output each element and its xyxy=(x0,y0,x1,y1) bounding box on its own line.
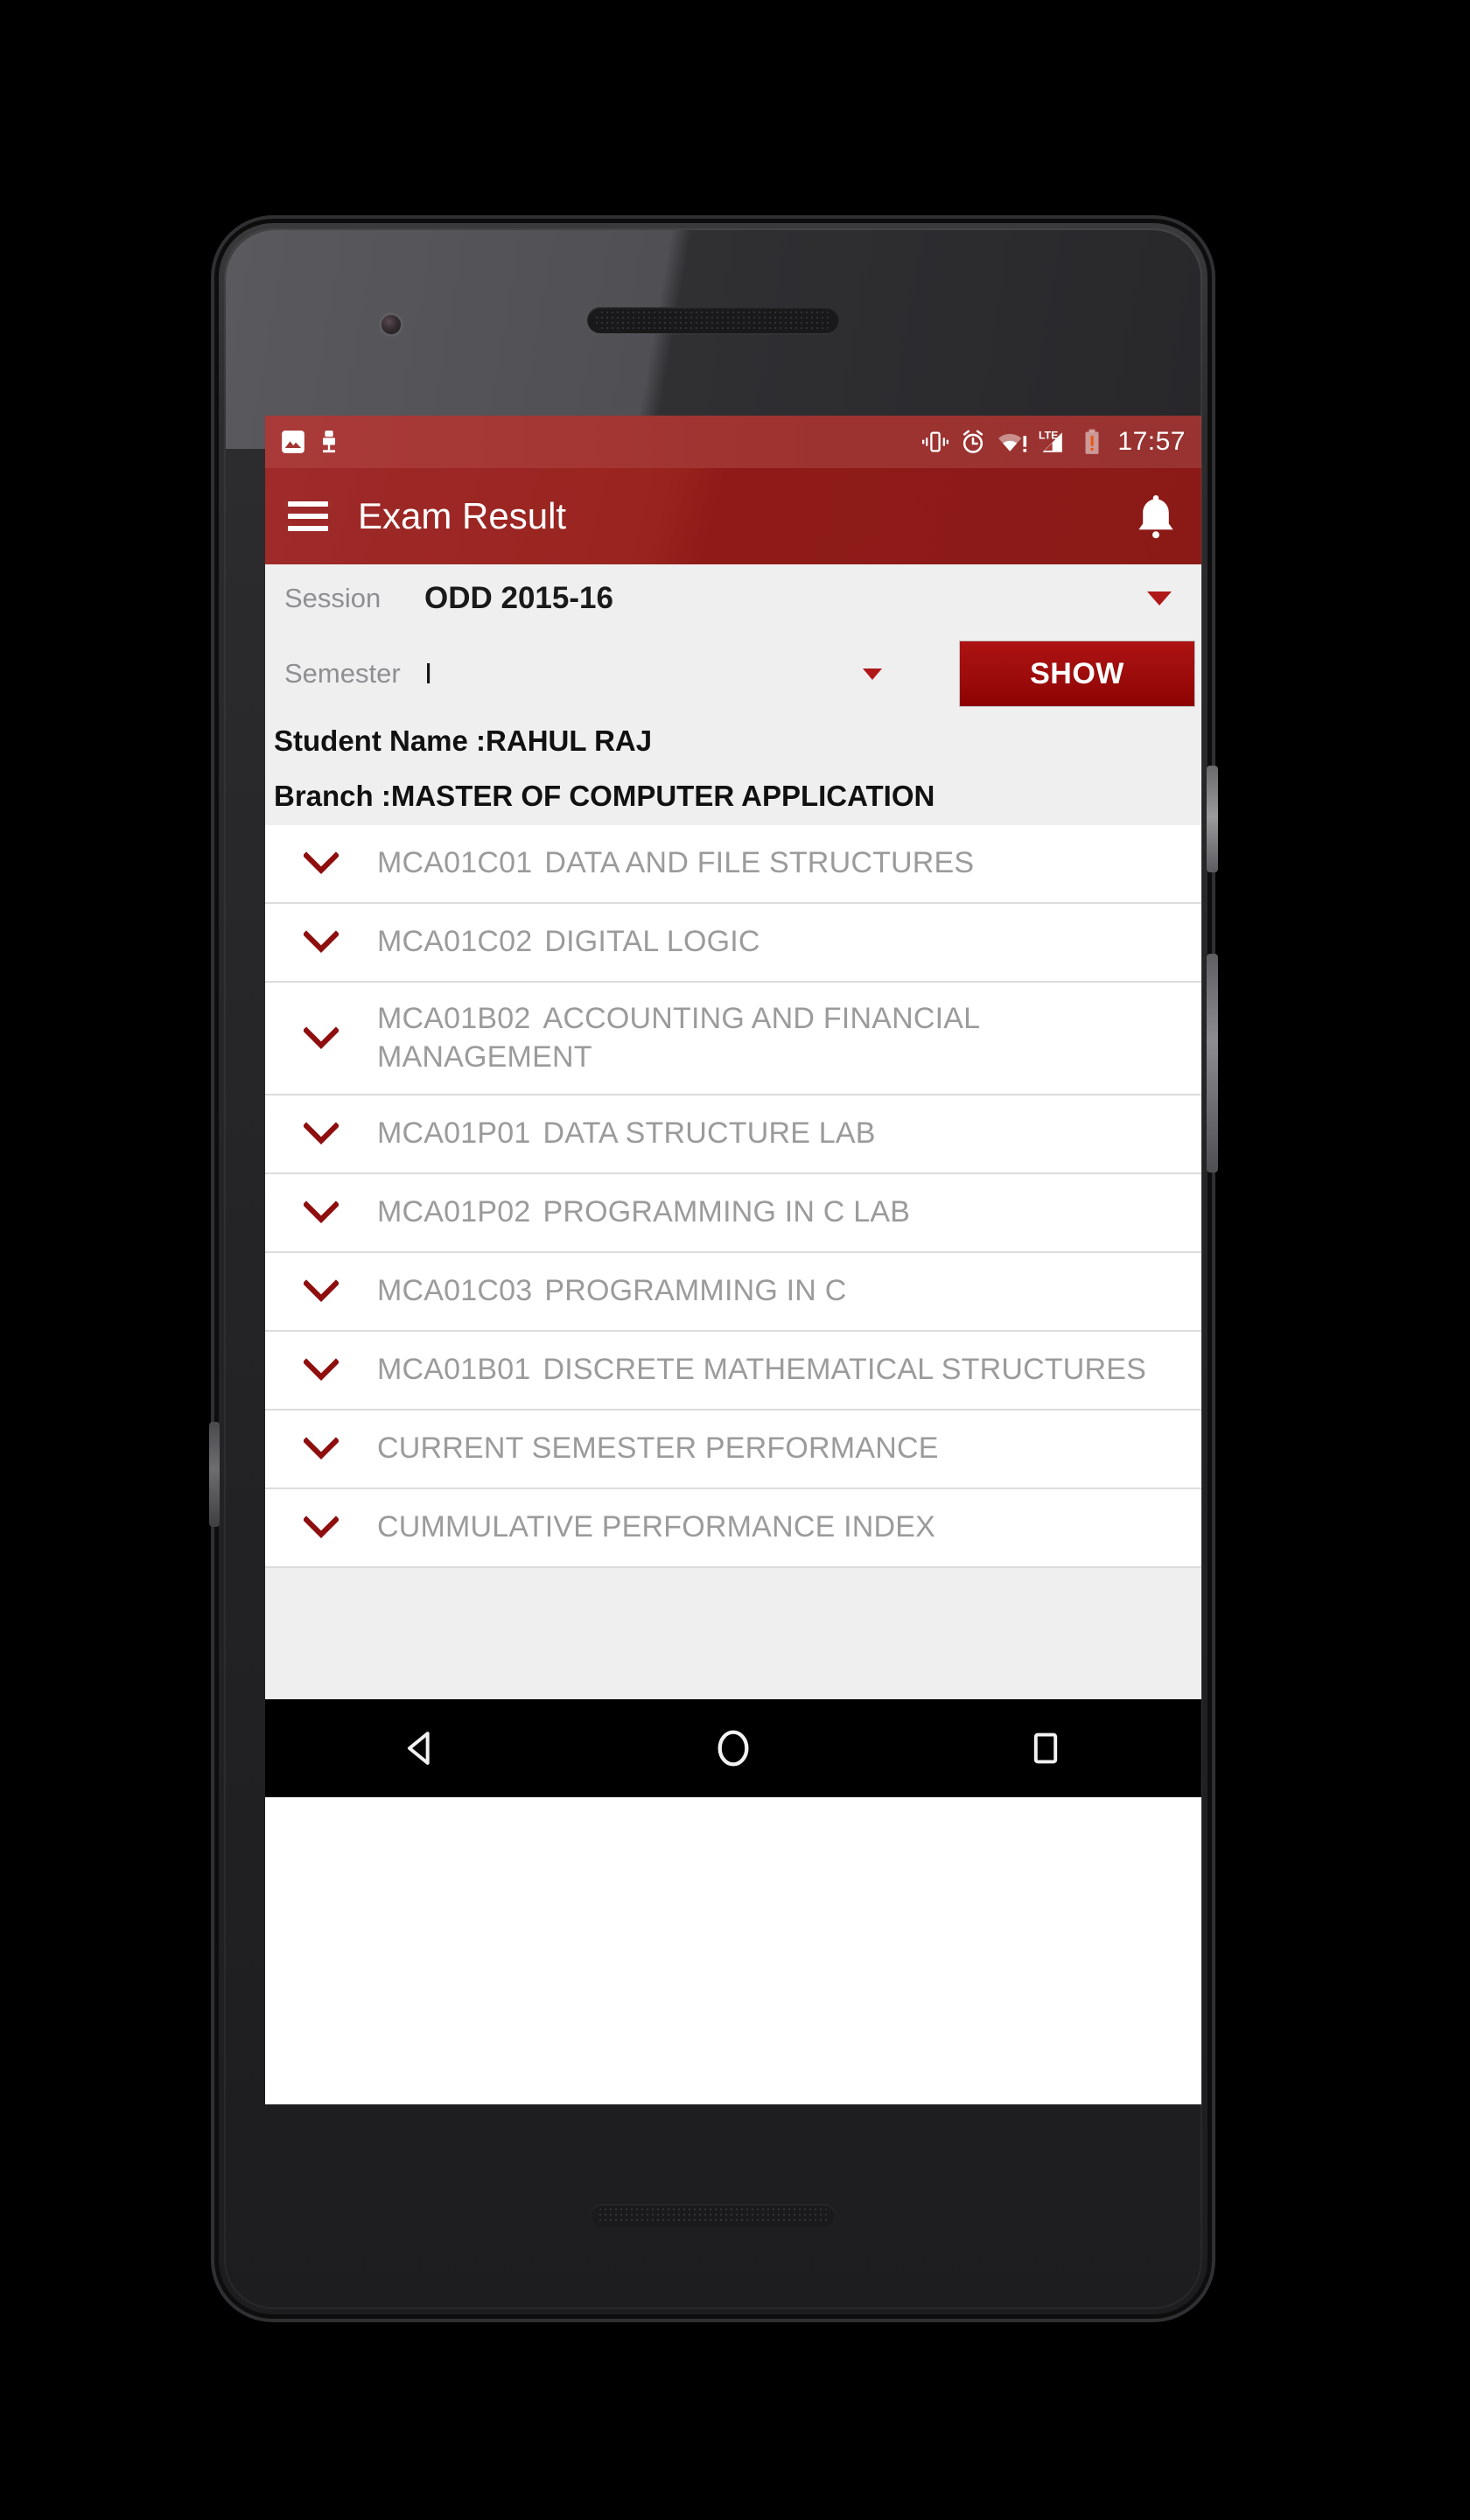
bottom-speaker xyxy=(591,2204,836,2227)
power-button[interactable] xyxy=(1207,766,1218,872)
list-item[interactable]: MCA01C01 DATA AND FILE STRUCTURES xyxy=(265,825,1201,904)
front-camera xyxy=(382,315,401,334)
notification-bell-icon[interactable] xyxy=(1133,492,1179,541)
filter-form-panel: Session ODD 2015-16 Semester I SHOW Stud… xyxy=(265,564,1201,825)
semester-value: I xyxy=(424,657,433,690)
list-item-label: MCA01P01 DATA STRUCTURE LAB xyxy=(377,1097,902,1171)
list-item-label: MCA01P02 PROGRAMMING IN C LAB xyxy=(377,1176,936,1250)
student-name-line: Student Name : RAHUL RAJ xyxy=(265,715,1201,767)
list-empty-area xyxy=(265,1568,1201,1700)
back-triangle-icon[interactable] xyxy=(368,1699,473,1797)
course-name: DIGITAL LOGIC xyxy=(544,925,760,959)
status-bar-left-icons xyxy=(281,430,339,454)
branch-line: Branch : MASTER OF COMPUTER APPLICATION xyxy=(265,767,1201,825)
course-name: DISCRETE MATHEMATICAL STRUCTURES xyxy=(542,1353,1147,1387)
phone-device-frame: LTE 17:57 Exam Result Session ODD 2015-1… xyxy=(209,223,1218,2314)
list-item-label: MCA01C03 PROGRAMMING IN C xyxy=(377,1255,872,1328)
session-value[interactable]: ODD 2015-16 xyxy=(424,581,1147,616)
page-title: Exam Result xyxy=(358,495,567,536)
vibrate-icon xyxy=(922,429,949,455)
list-item[interactable]: CUMMULATIVE PERFORMANCE INDEX xyxy=(265,1489,1201,1569)
lte-signal-icon: LTE xyxy=(1039,429,1072,455)
chevron-down-icon[interactable] xyxy=(265,1358,377,1382)
usb-debugging-icon xyxy=(319,430,339,454)
course-name: CUMMULATIVE PERFORMANCE INDEX xyxy=(377,1510,936,1544)
chevron-down-icon[interactable] xyxy=(265,1200,377,1225)
phone-screen: LTE 17:57 Exam Result Session ODD 2015-1… xyxy=(265,416,1201,2104)
list-item[interactable]: CURRENT SEMESTER PERFORMANCE xyxy=(265,1410,1201,1490)
chevron-down-icon[interactable] xyxy=(265,1437,377,1461)
list-item[interactable]: MCA01C03 PROGRAMMING IN C xyxy=(265,1253,1201,1333)
show-button[interactable]: SHOW xyxy=(959,640,1195,707)
semester-label: Semester xyxy=(284,658,401,689)
course-code: MCA01C02 xyxy=(377,925,533,959)
course-code: MCA01P01 xyxy=(377,1116,531,1151)
chevron-down-icon[interactable] xyxy=(265,1026,377,1051)
list-item[interactable]: MCA01P01 DATA STRUCTURE LAB xyxy=(265,1096,1201,1175)
chevron-down-icon[interactable] xyxy=(265,1122,377,1146)
list-item[interactable]: MCA01B01 DISCRETE MATHEMATICAL STRUCTURES xyxy=(265,1332,1201,1411)
app-bar: Exam Result xyxy=(265,468,1201,564)
left-side-button[interactable] xyxy=(209,1422,220,1527)
course-code: MCA01B01 xyxy=(377,1353,531,1387)
earpiece-speaker xyxy=(587,307,839,333)
semester-row: Semester I SHOW xyxy=(265,633,1201,715)
course-code: MCA01C01 xyxy=(377,846,533,880)
volume-rocker-button[interactable] xyxy=(1207,954,1218,1172)
chevron-down-icon[interactable] xyxy=(265,930,377,955)
list-item[interactable]: MCA01B02 ACCOUNTING AND FINANCIAL MANAGEM… xyxy=(265,983,1201,1096)
course-name: CURRENT SEMESTER PERFORMANCE xyxy=(377,1432,939,1466)
list-item-label: MCA01C01 DATA AND FILE STRUCTURES xyxy=(377,827,1000,900)
status-bar: LTE 17:57 xyxy=(265,416,1201,468)
list-item[interactable]: MCA01P02 PROGRAMMING IN C LAB xyxy=(265,1174,1201,1254)
course-name: DATA AND FILE STRUCTURES xyxy=(544,846,975,880)
course-code: MCA01C03 xyxy=(377,1274,533,1308)
semester-dropdown[interactable]: I xyxy=(424,633,959,715)
course-code: MCA01B02 xyxy=(377,1002,531,1035)
dropdown-caret-icon[interactable] xyxy=(863,668,882,680)
list-item-label: CUMMULATIVE PERFORMANCE INDEX xyxy=(377,1491,962,1564)
recents-square-icon[interactable] xyxy=(993,1699,1098,1797)
course-result-list: MCA01C01 DATA AND FILE STRUCTURES MCA01C02… xyxy=(265,825,1201,1569)
image-icon xyxy=(281,430,305,454)
home-circle-icon[interactable] xyxy=(681,1699,786,1797)
battery-warning-icon xyxy=(1083,429,1101,455)
chevron-down-icon[interactable] xyxy=(265,1516,377,1540)
status-bar-clock: 17:57 xyxy=(1117,427,1186,456)
student-name-label: Student Name : xyxy=(274,724,486,757)
wifi-warning-icon xyxy=(998,430,1027,454)
list-item-label: MCA01B02 ACCOUNTING AND FINANCIAL MANAGEM… xyxy=(377,983,1184,1094)
course-name: PROGRAMMING IN C LAB xyxy=(542,1195,911,1229)
branch-label: Branch : xyxy=(274,780,391,812)
dropdown-caret-icon[interactable] xyxy=(1147,592,1172,606)
course-code: MCA01P02 xyxy=(377,1195,531,1229)
status-bar-right-icons: LTE 17:57 xyxy=(922,429,1186,455)
list-item-label: MCA01C02 DIGITAL LOGIC xyxy=(377,906,787,979)
course-name: PROGRAMMING IN C xyxy=(544,1274,847,1308)
hamburger-menu-icon[interactable] xyxy=(288,501,328,531)
student-name-value: RAHUL RAJ xyxy=(486,724,653,757)
android-navigation-bar xyxy=(265,1699,1201,1798)
list-item-label: CURRENT SEMESTER PERFORMANCE xyxy=(377,1412,965,1486)
chevron-down-icon[interactable] xyxy=(265,851,377,876)
branch-value: MASTER OF COMPUTER APPLICATION xyxy=(390,780,935,812)
alarm-icon xyxy=(960,429,986,455)
list-item-label: MCA01B01 DISCRETE MATHEMATICAL STRUCTURES xyxy=(377,1334,1172,1407)
earpiece-mesh xyxy=(594,310,832,331)
course-name: DATA STRUCTURE LAB xyxy=(542,1116,876,1151)
chevron-down-icon[interactable] xyxy=(265,1279,377,1304)
session-label: Session xyxy=(284,583,382,613)
session-row: Session ODD 2015-16 xyxy=(265,564,1201,633)
bottom-speaker-mesh xyxy=(598,2207,829,2224)
list-item[interactable]: MCA01C02 DIGITAL LOGIC xyxy=(265,904,1201,983)
